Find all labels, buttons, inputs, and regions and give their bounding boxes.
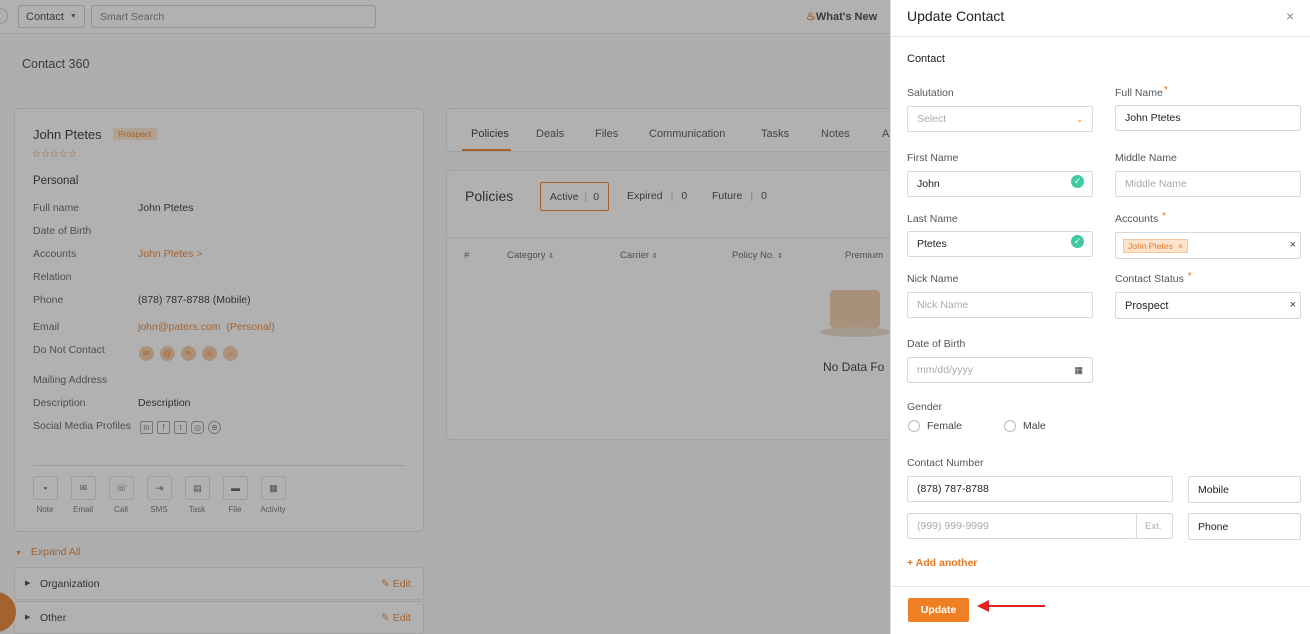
gender-female-radio[interactable] (908, 420, 920, 432)
nick-name-field[interactable]: Nick Name (907, 292, 1093, 318)
full-name-label: Full Name* (1115, 85, 1168, 99)
full-name-field[interactable]: John Ptetes (1115, 105, 1301, 131)
update-contact-drawer: Update Contact × Contact Salutation Sele… (890, 0, 1310, 634)
modal-header-divider (891, 36, 1310, 37)
middle-name-label: Middle Name (1115, 152, 1177, 164)
phone-2-field[interactable]: (999) 999-9999 (907, 513, 1137, 539)
modal-backdrop[interactable] (0, 0, 890, 634)
phone-1-field[interactable]: (878) 787-8788 (907, 476, 1173, 502)
gender-male-label: Male (1023, 420, 1046, 432)
modal-footer-divider (891, 586, 1310, 587)
extension-field[interactable]: Ext. (1136, 513, 1173, 539)
update-button[interactable]: Update (908, 598, 969, 622)
calendar-icon[interactable]: ▦ (1074, 365, 1083, 376)
gender-label: Gender (907, 401, 943, 413)
section-title: Contact (907, 53, 945, 65)
annotation-arrow (977, 600, 1045, 612)
clear-icon[interactable]: × (1290, 299, 1296, 311)
nick-name-label: Nick Name (907, 273, 959, 285)
gender-female-label: Female (927, 420, 963, 432)
contact-number-label: Contact Number (907, 457, 984, 469)
clear-icon[interactable]: × (1290, 239, 1296, 251)
salutation-label: Salutation (907, 87, 954, 99)
first-name-field[interactable]: John (907, 171, 1093, 197)
remove-tag-icon[interactable]: × (1178, 241, 1183, 251)
phone-1-type-select[interactable]: Mobile (1188, 476, 1301, 503)
contact-status-select[interactable]: Prospect × (1115, 292, 1301, 319)
salutation-select[interactable]: Select ⌄ (907, 106, 1093, 132)
last-name-label: Last Name (907, 213, 958, 225)
dob-field[interactable]: mm/dd/yyyy ▦ (907, 357, 1093, 383)
phone-2-type-select[interactable]: Phone (1188, 513, 1301, 540)
add-another-link[interactable]: + Add another (907, 557, 978, 569)
last-name-field[interactable]: Ptetes (907, 231, 1093, 257)
dob-label: Date of Birth (907, 338, 966, 350)
close-icon[interactable]: × (1286, 8, 1294, 24)
accounts-field[interactable]: John Ptetes × × (1115, 232, 1301, 259)
chevron-down-icon: ⌄ (1076, 114, 1083, 124)
accounts-label: Accounts * (1115, 211, 1167, 225)
check-circle-icon: ✓ (1071, 175, 1084, 188)
first-name-label: First Name (907, 152, 959, 164)
modal-title: Update Contact (907, 8, 1005, 24)
gender-male-radio[interactable] (1004, 420, 1016, 432)
check-circle-icon: ✓ (1071, 235, 1084, 248)
contact-status-label: Contact Status * (1115, 271, 1192, 285)
account-tag: John Ptetes × (1123, 238, 1188, 253)
middle-name-field[interactable]: Middle Name (1115, 171, 1301, 197)
